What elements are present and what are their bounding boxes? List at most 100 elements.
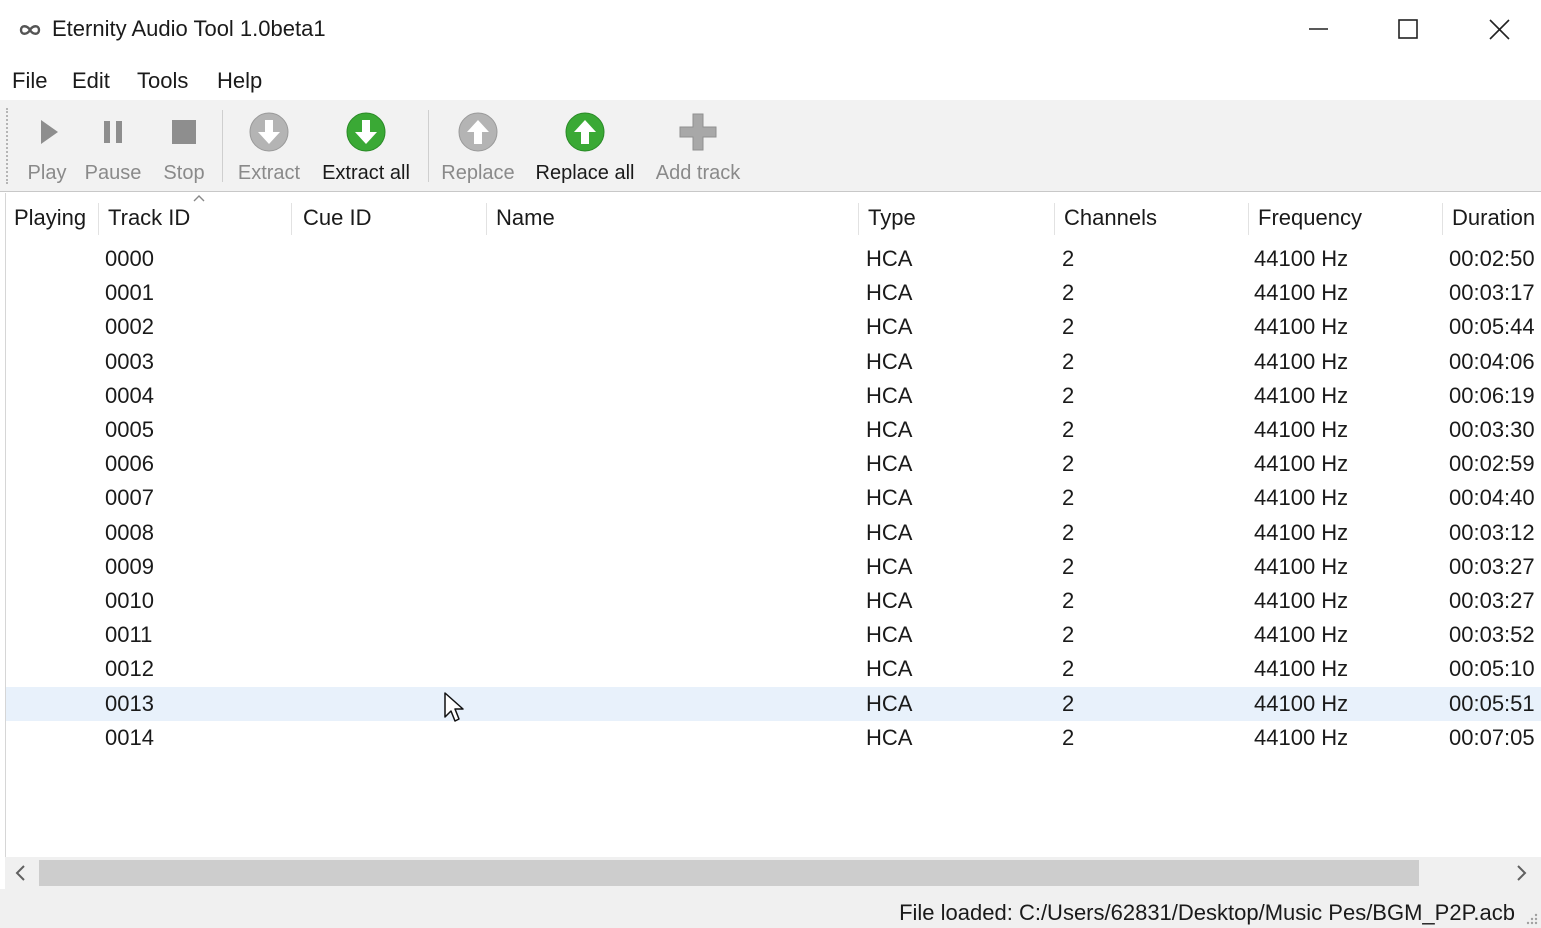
cell-channels: 2	[1062, 280, 1075, 306]
replace-all-button[interactable]: Replace all	[530, 106, 640, 186]
cell-channels: 2	[1062, 246, 1075, 271]
maximize-button[interactable]	[1363, 0, 1453, 60]
table-row[interactable]: 0011 HCA 2 44100 Hz 00:03:52	[6, 618, 1541, 652]
table-row[interactable]: 0007 HCA 2 44100 Hz 00:04:40	[6, 481, 1541, 515]
column-header-duration[interactable]: Duration	[1452, 205, 1535, 231]
stop-label: Stop	[163, 162, 205, 184]
column-header-cue-id[interactable]: Cue ID	[303, 205, 371, 231]
replace-all-label: Replace all	[535, 162, 635, 184]
scroll-right-button[interactable]	[1505, 857, 1537, 889]
column-divider[interactable]	[1248, 203, 1249, 235]
column-header-type[interactable]: Type	[868, 205, 916, 231]
table-row[interactable]: 0009 HCA 2 44100 Hz 00:03:27	[6, 550, 1541, 584]
table-row[interactable]: 0005 HCA 2 44100 Hz 00:03:30	[6, 413, 1541, 447]
cell-frequency: 44100 Hz	[1254, 382, 1349, 408]
table-row[interactable]: 0004 HCA 2 44100 Hz 00:06:19	[6, 379, 1541, 413]
table-row[interactable]: 0000 HCA 2 44100 Hz 00:02:50	[6, 242, 1541, 276]
cell-type: HCA	[866, 519, 913, 545]
play-button[interactable]: Play	[20, 106, 74, 186]
resize-grip-icon[interactable]	[1523, 910, 1539, 926]
table-row[interactable]: 0003 HCA 2 44100 Hz 00:04:06	[6, 345, 1541, 379]
chevron-right-icon	[1517, 865, 1527, 881]
extract-icon	[249, 112, 289, 152]
pause-button[interactable]: Pause	[82, 106, 144, 186]
maximize-icon	[1398, 19, 1418, 39]
column-divider[interactable]	[1054, 203, 1055, 235]
add-track-button[interactable]: Add track	[650, 106, 746, 186]
cell-channels: 2	[1062, 485, 1075, 511]
track-list[interactable]: Playing Track ID Cue ID Name Type Channe…	[5, 193, 1541, 857]
replace-all-icon	[565, 112, 605, 152]
cell-channels: 2	[1062, 314, 1075, 340]
menu-file[interactable]: File	[10, 68, 49, 94]
column-divider[interactable]	[486, 203, 487, 235]
cell-channels: 2	[1062, 451, 1075, 477]
replace-label: Replace	[441, 162, 515, 184]
column-divider[interactable]	[1442, 203, 1443, 235]
column-header-channels[interactable]: Channels	[1064, 205, 1157, 231]
column-divider[interactable]	[858, 203, 859, 235]
table-row[interactable]: 0001 HCA 2 44100 Hz 00:03:17	[6, 276, 1541, 310]
cell-duration: 00:05:10	[1449, 656, 1535, 682]
table-row[interactable]: 0014 HCA 2 44100 Hz 00:07:05	[6, 721, 1541, 755]
cell-track-id: 0001	[105, 280, 154, 306]
toolbar-grip[interactable]	[6, 108, 9, 184]
cell-duration: 00:02:59	[1449, 451, 1535, 477]
pause-icon	[104, 121, 122, 143]
table-row[interactable]: 0008 HCA 2 44100 Hz 00:03:12	[6, 516, 1541, 550]
cell-track-id: 0011	[105, 622, 153, 648]
cell-frequency: 44100 Hz	[1254, 348, 1349, 374]
column-header-playing[interactable]: Playing	[14, 205, 86, 231]
sort-ascending-icon	[193, 195, 205, 202]
stop-button[interactable]: Stop	[156, 106, 212, 186]
cell-type: HCA	[866, 553, 913, 579]
table-row[interactable]: 0012 HCA 2 44100 Hz 00:05:10	[6, 652, 1541, 686]
chevron-left-icon	[15, 865, 25, 881]
menu-tools[interactable]: Tools	[135, 68, 190, 94]
cell-frequency: 44100 Hz	[1254, 280, 1349, 306]
table-row[interactable]: 0006 HCA 2 44100 Hz 00:02:59	[6, 447, 1541, 481]
cell-track-id: 0013	[105, 690, 154, 716]
cell-type: HCA	[866, 451, 913, 477]
cell-duration: 00:03:52	[1449, 622, 1535, 648]
play-label: Play	[27, 162, 67, 184]
cell-track-id: 0002	[105, 314, 154, 340]
column-header-name[interactable]: Name	[496, 205, 555, 231]
cell-channels: 2	[1062, 417, 1075, 442]
replace-button[interactable]: Replace	[438, 106, 518, 186]
scrollbar-thumb[interactable]	[39, 860, 1419, 886]
minimize-button[interactable]	[1273, 0, 1363, 60]
cell-track-id: 0008	[105, 519, 154, 545]
column-divider[interactable]	[291, 203, 292, 235]
cell-track-id: 0010	[105, 588, 154, 613]
extract-button[interactable]: Extract	[232, 106, 306, 186]
table-row[interactable]: 0010 HCA 2 44100 Hz 00:03:27	[6, 584, 1541, 618]
column-header-frequency[interactable]: Frequency	[1258, 205, 1362, 231]
minimize-icon	[1309, 28, 1328, 30]
cell-frequency: 44100 Hz	[1254, 622, 1349, 648]
cell-duration: 00:03:27	[1449, 553, 1535, 579]
scroll-left-button[interactable]	[5, 857, 37, 889]
cell-frequency: 44100 Hz	[1254, 690, 1349, 716]
title-bar[interactable]: Eternity Audio Tool 1.0beta1	[0, 0, 1541, 60]
extract-all-label: Extract all	[322, 162, 410, 184]
close-button[interactable]	[1453, 0, 1541, 60]
cell-frequency: 44100 Hz	[1254, 588, 1349, 613]
menu-edit[interactable]: Edit	[70, 68, 112, 94]
column-divider[interactable]	[98, 203, 99, 235]
cell-channels: 2	[1062, 519, 1075, 545]
cell-channels: 2	[1062, 622, 1075, 648]
extract-all-button[interactable]: Extract all	[316, 106, 416, 186]
menu-help[interactable]: Help	[215, 68, 264, 94]
status-bar: File loaded: C:/Users/62831/Desktop/Musi…	[0, 889, 1541, 928]
horizontal-scrollbar[interactable]	[5, 857, 1541, 889]
cell-track-id: 0006	[105, 451, 154, 477]
column-header-track-id[interactable]: Track ID	[108, 205, 190, 231]
play-icon	[41, 120, 58, 144]
table-row[interactable]: 0002 HCA 2 44100 Hz 00:05:44	[6, 310, 1541, 344]
cell-duration: 00:04:06	[1449, 348, 1535, 374]
table-row[interactable]: 0013 HCA 2 44100 Hz 00:05:51	[6, 686, 1541, 721]
cell-duration: 00:03:27	[1449, 588, 1535, 613]
cell-track-id: 0014	[105, 724, 154, 750]
cell-track-id: 0009	[105, 553, 154, 579]
